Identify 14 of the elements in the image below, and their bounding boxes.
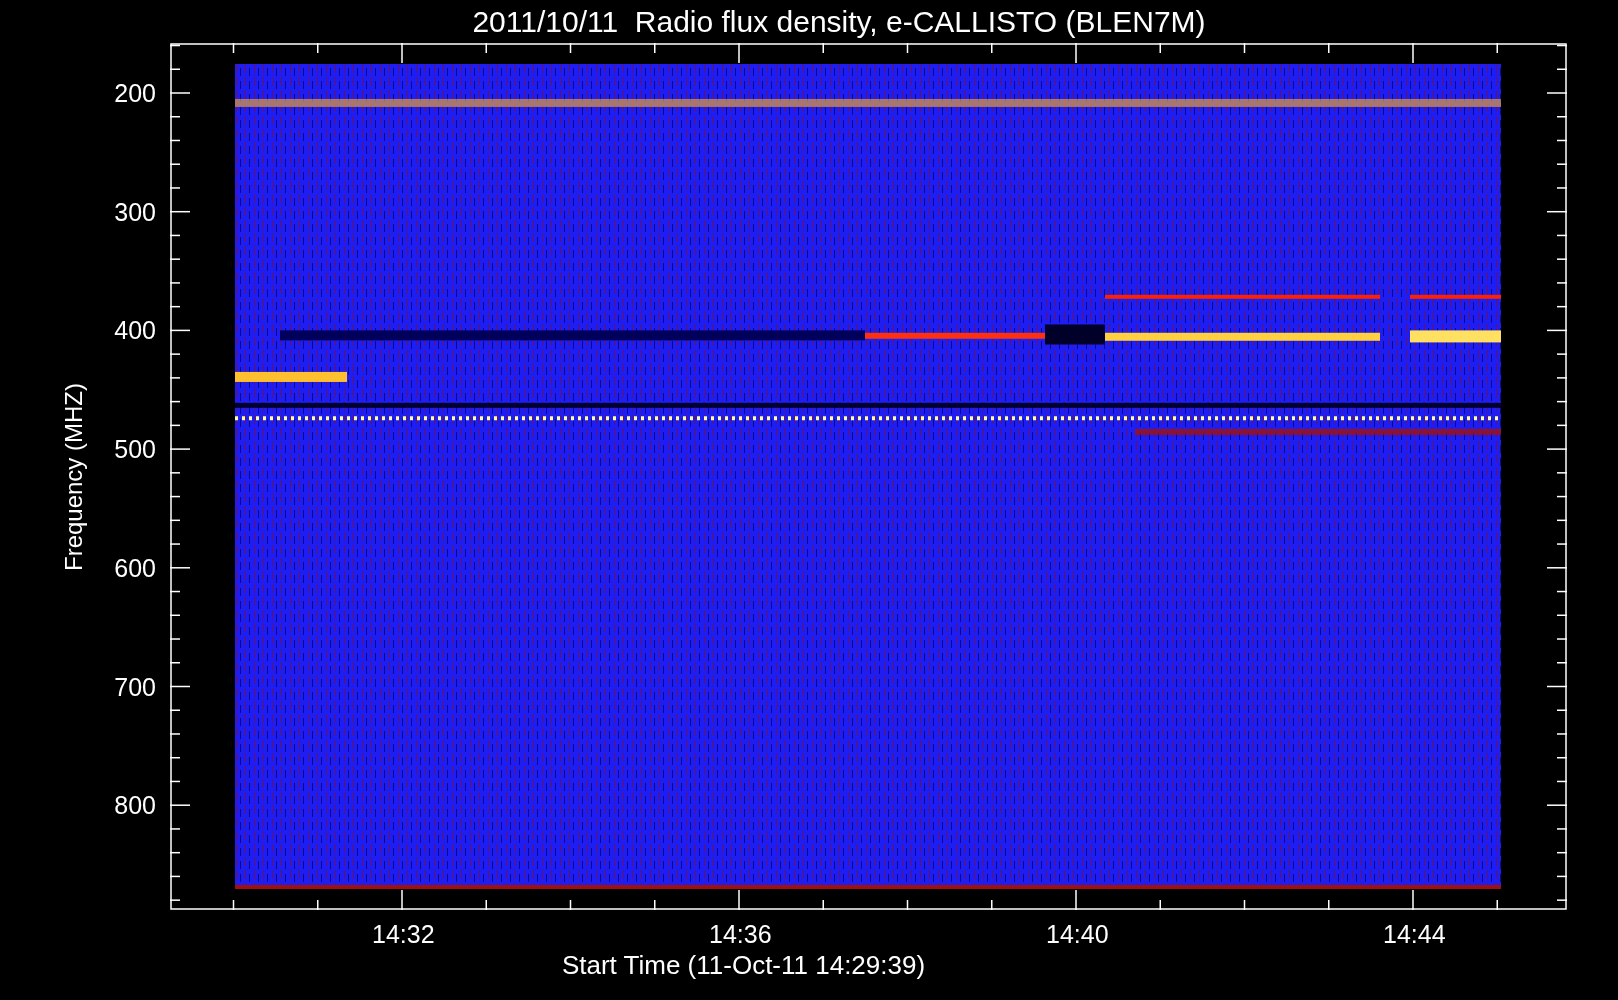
y-tick-label: 600 <box>114 553 156 582</box>
y-tick-label: 200 <box>114 79 156 107</box>
x-tick-label: 14:44 <box>1383 920 1446 948</box>
chart-title: 2011/10/11 Radio flux density, e-CALLISTO (BLEN7M) <box>472 4 1206 40</box>
y-tick-label: 500 <box>114 435 156 464</box>
y-tick-label: 300 <box>114 197 156 226</box>
x-tick-label: 14:36 <box>709 920 772 948</box>
x-tick-label: 14:40 <box>1046 920 1109 948</box>
y-tick-label: 700 <box>114 672 156 701</box>
x-axis-label: Start Time (11-Oct-11 14:29:39) <box>561 950 926 981</box>
y-axis-label: Frequency (MHZ) <box>60 382 88 571</box>
y-tick-label: 800 <box>114 791 156 820</box>
y-tick-label: 400 <box>114 316 156 345</box>
x-tick-label: 14:32 <box>372 920 435 948</box>
